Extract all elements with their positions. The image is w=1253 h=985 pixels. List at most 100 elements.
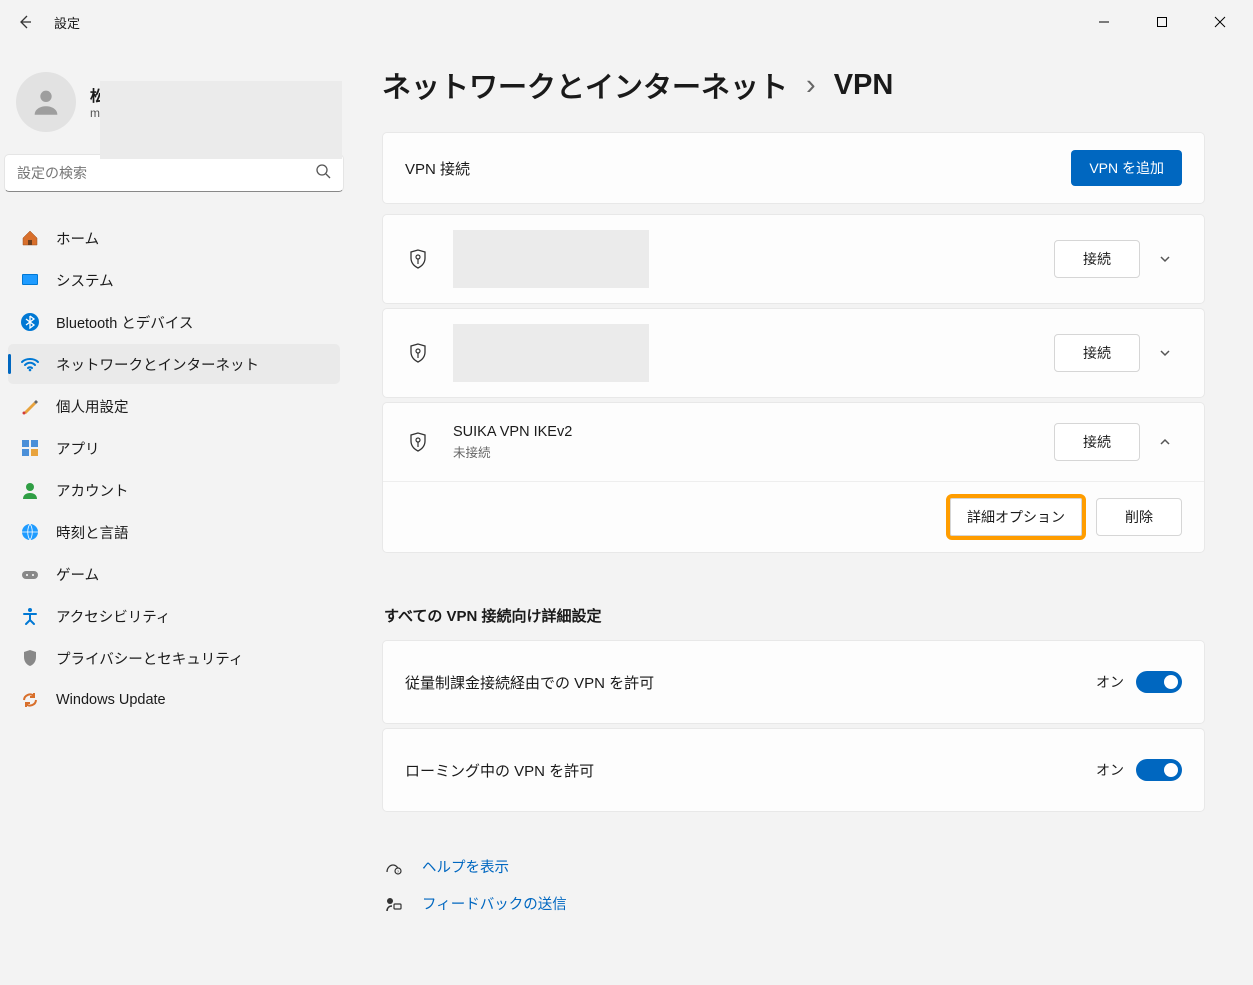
vpn-item: 接続 bbox=[382, 308, 1205, 398]
feedback-icon bbox=[382, 895, 404, 913]
globe-clock-icon bbox=[18, 520, 42, 544]
sidebar-item-label: ゲーム bbox=[56, 564, 99, 585]
breadcrumb-parent[interactable]: ネットワークとインターネット bbox=[382, 64, 788, 106]
close-button[interactable] bbox=[1191, 0, 1249, 44]
home-icon bbox=[18, 226, 42, 250]
sidebar-item-accounts[interactable]: アカウント bbox=[8, 470, 340, 510]
toggle-state-text: オン bbox=[1096, 760, 1124, 780]
redaction-block bbox=[100, 81, 342, 159]
vpn-status: 未接続 bbox=[453, 442, 1054, 461]
bluetooth-icon bbox=[18, 310, 42, 334]
setting-roaming-card: ローミング中の VPN を許可 オン bbox=[382, 728, 1205, 812]
sidebar-item-time[interactable]: 時刻と言語 bbox=[8, 512, 340, 552]
help-link-text: ヘルプを表示 bbox=[422, 856, 509, 877]
toggle-switch[interactable] bbox=[1136, 671, 1182, 693]
minimize-button[interactable] bbox=[1075, 0, 1133, 44]
avatar bbox=[16, 72, 76, 132]
sidebar-item-bluetooth[interactable]: Bluetooth とデバイス bbox=[8, 302, 340, 342]
shield-key-icon bbox=[405, 246, 431, 272]
footer-links: ? ヘルプを表示 フィードバックの送信 bbox=[382, 848, 1205, 922]
connect-button[interactable]: 接続 bbox=[1054, 334, 1140, 372]
apps-icon bbox=[18, 436, 42, 460]
vpn-item: 接続 bbox=[382, 214, 1205, 304]
app-title: 設定 bbox=[54, 13, 80, 32]
sidebar-item-label: Windows Update bbox=[56, 692, 166, 708]
gamepad-icon bbox=[18, 562, 42, 586]
wifi-icon bbox=[18, 352, 42, 376]
sidebar-item-gaming[interactable]: ゲーム bbox=[8, 554, 340, 594]
account-icon bbox=[18, 478, 42, 502]
accessibility-icon bbox=[18, 604, 42, 628]
sidebar-item-network[interactable]: ネットワークとインターネット bbox=[8, 344, 340, 384]
shield-icon bbox=[18, 646, 42, 670]
toggle-switch[interactable] bbox=[1136, 759, 1182, 781]
sidebar-item-label: 時刻と言語 bbox=[56, 522, 129, 543]
sidebar-item-privacy[interactable]: プライバシーとセキュリティ bbox=[8, 638, 340, 678]
sidebar-item-home[interactable]: ホーム bbox=[8, 218, 340, 258]
vpn-expanded-actions: 詳細オプション 削除 bbox=[383, 481, 1204, 552]
connect-button[interactable]: 接続 bbox=[1054, 240, 1140, 278]
feedback-link-text: フィードバックの送信 bbox=[422, 893, 567, 914]
search-icon bbox=[315, 163, 331, 184]
vpn-header-card: VPN 接続 VPN を追加 bbox=[382, 132, 1205, 204]
search-box[interactable] bbox=[4, 154, 344, 192]
nav: ホーム システム Bluetooth とデバイス ネットワークとインターネット … bbox=[4, 212, 344, 726]
toggle-state-text: オン bbox=[1096, 672, 1124, 692]
collapse-toggle[interactable] bbox=[1148, 435, 1182, 449]
shield-key-icon bbox=[405, 340, 431, 366]
vpn-item-expanded: SUIKA VPN IKEv2 未接続 接続 詳細オプション 削除 bbox=[382, 402, 1205, 553]
sidebar-item-label: プライバシーとセキュリティ bbox=[56, 648, 243, 669]
sidebar-item-personalization[interactable]: 個人用設定 bbox=[8, 386, 340, 426]
help-icon: ? bbox=[382, 858, 404, 876]
sidebar-item-label: ネットワークとインターネット bbox=[56, 354, 259, 375]
person-icon bbox=[29, 85, 63, 119]
sidebar-item-accessibility[interactable]: アクセシビリティ bbox=[8, 596, 340, 636]
setting-metered-card: 従量制課金接続経由での VPN を許可 オン bbox=[382, 640, 1205, 724]
search-input[interactable] bbox=[17, 165, 315, 181]
back-button[interactable] bbox=[14, 11, 36, 33]
minimize-icon bbox=[1098, 16, 1110, 28]
help-link[interactable]: ? ヘルプを表示 bbox=[382, 848, 1205, 885]
setting-label: ローミング中の VPN を許可 bbox=[405, 760, 1096, 781]
chevron-down-icon bbox=[1158, 252, 1172, 266]
chevron-up-icon bbox=[1158, 435, 1172, 449]
sidebar-item-label: システム bbox=[56, 270, 114, 291]
connect-button[interactable]: 接続 bbox=[1054, 423, 1140, 461]
breadcrumb-separator: › bbox=[806, 69, 816, 102]
close-icon bbox=[1214, 16, 1226, 28]
sidebar-item-label: アプリ bbox=[56, 438, 100, 459]
sidebar-item-system[interactable]: システム bbox=[8, 260, 340, 300]
add-vpn-button[interactable]: VPN を追加 bbox=[1071, 150, 1182, 186]
main-content: ネットワークとインターネット › VPN VPN 接続 VPN を追加 接続 bbox=[348, 44, 1253, 985]
redaction-block bbox=[453, 324, 649, 382]
setting-label: 従量制課金接続経由での VPN を許可 bbox=[405, 672, 1096, 693]
advanced-settings-heading: すべての VPN 接続向け詳細設定 bbox=[384, 605, 1205, 626]
breadcrumb-current: VPN bbox=[834, 69, 894, 102]
display-icon bbox=[18, 268, 42, 292]
sidebar-item-label: ホーム bbox=[56, 228, 99, 249]
breadcrumb: ネットワークとインターネット › VPN bbox=[382, 64, 1205, 106]
delete-button[interactable]: 削除 bbox=[1096, 498, 1182, 536]
advanced-options-button[interactable]: 詳細オプション bbox=[950, 498, 1082, 536]
vpn-section-title: VPN 接続 bbox=[405, 158, 1071, 179]
chevron-down-icon bbox=[1158, 346, 1172, 360]
paint-icon bbox=[18, 394, 42, 418]
sidebar: 松 m ホーム システム Bluetooth とデバイス bbox=[0, 44, 348, 985]
sidebar-item-label: アクセシビリティ bbox=[56, 606, 170, 627]
maximize-button[interactable] bbox=[1133, 0, 1191, 44]
titlebar: 設定 bbox=[0, 0, 1253, 44]
window-controls bbox=[1075, 0, 1249, 44]
sidebar-item-label: 個人用設定 bbox=[56, 396, 129, 417]
sidebar-item-apps[interactable]: アプリ bbox=[8, 428, 340, 468]
sidebar-item-update[interactable]: Windows Update bbox=[8, 680, 340, 720]
sidebar-item-label: アカウント bbox=[56, 480, 129, 501]
expand-toggle[interactable] bbox=[1148, 252, 1182, 266]
update-icon bbox=[18, 688, 42, 712]
sidebar-item-label: Bluetooth とデバイス bbox=[56, 312, 193, 333]
redaction-block bbox=[453, 230, 649, 288]
feedback-link[interactable]: フィードバックの送信 bbox=[382, 885, 1205, 922]
user-block[interactable]: 松 m bbox=[4, 56, 344, 154]
back-arrow-icon bbox=[17, 14, 33, 30]
shield-key-icon bbox=[405, 429, 431, 455]
expand-toggle[interactable] bbox=[1148, 346, 1182, 360]
